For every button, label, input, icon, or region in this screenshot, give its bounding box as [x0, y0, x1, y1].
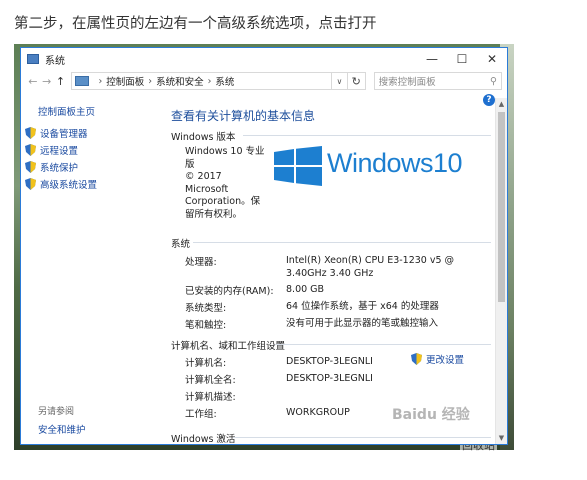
search-placeholder: 搜索控制面板 [378, 77, 436, 88]
section-system: 系统 [171, 236, 491, 250]
sidebar-item-advanced-system-settings[interactable]: 高级系统设置 [25, 177, 97, 191]
system-type-value: 64 位操作系统，基于 x64 的处理器 [286, 301, 439, 312]
sidebar-item-device-manager[interactable]: 设备管理器 [25, 126, 88, 140]
sidebar-item-system-protection[interactable]: 系统保护 [25, 160, 78, 174]
shield-icon [411, 353, 422, 365]
main-content: 查看有关计算机的基本信息 Windows 版本 Windows 10 专业 版 … [171, 98, 491, 444]
processor-value: Intel(R) Xeon(R) CPU E3-1230 v5 @ 3.40GH… [286, 255, 455, 279]
title-bar[interactable]: 系统 — ☐ ✕ [21, 48, 507, 70]
edition-line: Windows 10 专业 [185, 146, 265, 157]
section-divider [275, 344, 491, 345]
vertical-scrollbar[interactable]: ▲ ▼ [495, 98, 507, 444]
breadcrumb[interactable]: › 控制面板 › 系统和安全 › 系统 [71, 72, 332, 90]
system-type-label: 系统类型: [185, 303, 227, 314]
sidebar-item-label: 设备管理器 [40, 129, 88, 140]
computer-icon [27, 54, 39, 64]
search-icon: ⚲ [490, 75, 497, 87]
windows-logo-text: Windows10 [327, 148, 463, 178]
sidebar-item-label: 系统保护 [40, 163, 79, 174]
computer-name-label: 计算机名: [185, 358, 227, 369]
section-windows-edition: Windows 版本 [171, 129, 491, 143]
sidebar-item-label: 高级系统设置 [40, 180, 98, 191]
system-window: 系统 — ☐ ✕ ← → ↑ › 控制面板 › 系统和安全 › 系统 ∨ ↻ 搜… [20, 47, 508, 445]
sidebar-item-remote-settings[interactable]: 远程设置 [25, 143, 78, 157]
edition-line: 留所有权利。 [185, 208, 243, 220]
forward-arrow-icon[interactable]: → [40, 75, 54, 88]
breadcrumb-system-security[interactable]: 系统和安全 [156, 74, 204, 88]
ram-value: 8.00 GB [286, 284, 325, 295]
windows-flag-icon [274, 146, 322, 186]
sidebar-home-link[interactable]: 控制面板主页 [38, 104, 95, 118]
edition-line: Microsoft [185, 183, 229, 195]
section-title: Windows 版本 [171, 132, 236, 143]
section-computer-name: 计算机名、域和工作组设置 [171, 338, 491, 352]
edition-line: 版 [185, 158, 195, 170]
shield-icon [25, 161, 36, 173]
pen-touch-label: 笔和触控: [185, 320, 227, 331]
scroll-up-icon[interactable]: ▲ [496, 100, 507, 108]
breadcrumb-separator: › [148, 75, 153, 87]
see-also-heading: 另请参阅 [38, 407, 75, 417]
processor-label: 处理器: [185, 257, 217, 268]
section-title: Windows 激活 [171, 434, 236, 445]
sidebar: 控制面板主页 设备管理器 远程设置 系统保护 高级系统设置 另请参阅 安全和维护 [21, 98, 161, 444]
maximize-button[interactable]: ☐ [447, 48, 477, 70]
computer-description-label: 计算机描述: [185, 392, 236, 403]
ram-label: 已安装的内存(RAM): [185, 286, 274, 297]
full-computer-name-label: 计算机全名: [185, 375, 236, 386]
close-button[interactable]: ✕ [477, 48, 507, 70]
minimize-button[interactable]: — [417, 48, 447, 70]
sidebar-item-label: 远程设置 [40, 146, 79, 157]
change-settings-label: 更改设置 [426, 355, 465, 366]
security-maintenance-link[interactable]: 安全和维护 [38, 422, 86, 436]
breadcrumb-separator: › [98, 75, 103, 87]
instruction-caption: 第二步，在属性页的左边有一个高级系统选项，点击打开 [14, 16, 377, 32]
full-computer-name-value: DESKTOP-3LEGNLI [286, 373, 373, 384]
breadcrumb-control-panel[interactable]: 控制面板 [106, 74, 144, 88]
scroll-down-icon[interactable]: ▼ [496, 434, 507, 442]
section-divider [233, 437, 491, 438]
up-arrow-icon[interactable]: ↑ [54, 75, 68, 88]
edition-line: © 2017 [185, 171, 222, 182]
window-title: 系统 [45, 55, 65, 67]
workgroup-label: 工作组: [185, 409, 217, 420]
pen-touch-value: 没有可用于此显示器的笔或触控输入 [286, 318, 439, 329]
section-divider [193, 242, 491, 243]
address-dropdown-icon[interactable]: ∨ [332, 72, 348, 90]
windows-logo: Windows10 [274, 146, 488, 186]
section-title: 计算机名、域和工作组设置 [171, 341, 286, 352]
shield-icon [25, 127, 36, 139]
search-input[interactable]: 搜索控制面板 ⚲ [373, 72, 502, 90]
edition-line: Corporation。保 [185, 196, 261, 207]
refresh-icon[interactable]: ↻ [347, 72, 366, 90]
address-bar: ← → ↑ › 控制面板 › 系统和安全 › 系统 ∨ ↻ 搜索控制面板 ⚲ [21, 70, 507, 92]
shield-icon [25, 178, 36, 190]
control-panel-icon [75, 76, 90, 86]
section-windows-activation: Windows 激活 [171, 431, 491, 445]
scrollbar-thumb[interactable] [498, 112, 505, 302]
page-title: 查看有关计算机的基本信息 [171, 109, 316, 123]
edition-text: Windows 10 专业 版 © 2017 Microsoft Corpora… [185, 146, 265, 221]
back-arrow-icon[interactable]: ← [26, 75, 40, 88]
watermark: Baidu 经验 [392, 407, 470, 423]
breadcrumb-system[interactable]: 系统 [215, 74, 234, 88]
section-divider [243, 135, 491, 136]
breadcrumb-separator: › [207, 75, 212, 87]
section-title: 系统 [171, 239, 191, 250]
change-settings-link[interactable]: 更改设置 [411, 352, 464, 366]
shield-icon [25, 144, 36, 156]
